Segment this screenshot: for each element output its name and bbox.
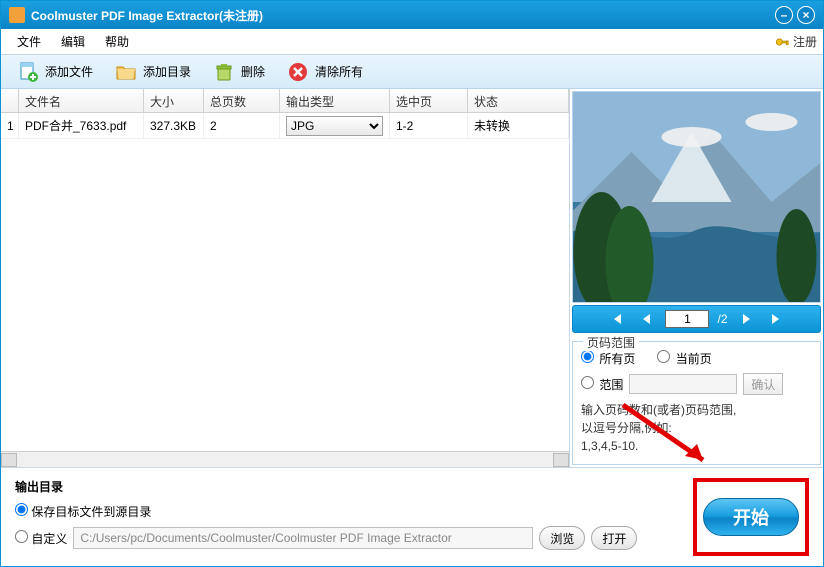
col-size[interactable]: 大小	[144, 89, 204, 112]
page-total: /2	[717, 312, 727, 326]
first-page-button[interactable]	[605, 309, 627, 329]
add-file-button[interactable]: 添加文件	[7, 57, 103, 87]
delete-label: 删除	[241, 63, 265, 80]
col-type[interactable]: 输出类型	[280, 89, 390, 112]
menu-help[interactable]: 帮助	[95, 29, 139, 54]
range-input[interactable]	[629, 374, 737, 394]
cell-pages: 2	[204, 113, 280, 138]
current-page-radio[interactable]: 当前页	[657, 350, 711, 367]
cell-type: JPG	[280, 113, 390, 138]
preview-panel: /2 页码范围 所有页 当前页 范围 确认 输入页码数和(或者)页码范围, 以逗	[569, 89, 823, 467]
last-page-button[interactable]	[766, 309, 788, 329]
cell-name: PDF合并_7633.pdf	[19, 113, 144, 138]
open-button[interactable]: 打开	[591, 526, 637, 550]
col-pages[interactable]: 总页数	[204, 89, 280, 112]
custom-path-radio[interactable]: 自定义	[15, 530, 67, 547]
delete-button[interactable]: 删除	[203, 57, 275, 87]
output-bar: 输出目录 保存目标文件到源目录 自定义 浏览 打开 开始	[1, 468, 823, 566]
app-icon	[9, 7, 25, 23]
start-button[interactable]: 开始	[703, 498, 799, 536]
col-status[interactable]: 状态	[468, 89, 569, 112]
clear-all-label: 清除所有	[315, 63, 363, 80]
cell-index: 1	[1, 113, 19, 138]
key-icon	[775, 35, 789, 49]
start-highlight: 开始	[693, 478, 809, 556]
table-header: 文件名 大小 总页数 输出类型 选中页 状态	[1, 89, 569, 113]
trash-icon	[213, 61, 235, 83]
confirm-range-button[interactable]: 确认	[743, 373, 783, 395]
table-row[interactable]: 1 PDF合并_7633.pdf 327.3KB 2 JPG 1-2 未转换	[1, 113, 569, 139]
toolbar: 添加文件 添加目录 删除 清除所有	[1, 55, 823, 89]
page-navigator: /2	[572, 305, 821, 333]
minimize-button[interactable]: –	[775, 6, 793, 24]
add-file-label: 添加文件	[45, 63, 93, 80]
range-legend: 页码范围	[583, 334, 639, 351]
register-link[interactable]: 注册	[775, 33, 817, 50]
add-folder-button[interactable]: 添加目录	[105, 57, 201, 87]
add-folder-label: 添加目录	[143, 63, 191, 80]
output-path-input[interactable]	[73, 527, 533, 549]
col-name[interactable]: 文件名	[19, 89, 144, 112]
prev-page-button[interactable]	[635, 309, 657, 329]
menu-file[interactable]: 文件	[7, 29, 51, 54]
scroll-left-icon[interactable]	[1, 453, 17, 467]
output-title: 输出目录	[15, 478, 683, 495]
page-number-input[interactable]	[665, 310, 709, 328]
output-type-select[interactable]: JPG	[286, 116, 383, 136]
file-table: 文件名 大小 总页数 输出类型 选中页 状态 1 PDF合并_7633.pdf …	[1, 89, 569, 467]
preview-image	[572, 91, 821, 303]
cell-size: 327.3KB	[144, 113, 204, 138]
window-title: Coolmuster PDF Image Extractor(未注册)	[31, 7, 771, 24]
menubar: 文件 编辑 帮助 注册	[1, 29, 823, 55]
cell-selected: 1-2	[390, 113, 468, 138]
range-radio[interactable]: 范围	[581, 376, 623, 393]
titlebar: Coolmuster PDF Image Extractor(未注册) – ×	[1, 1, 823, 29]
cell-status: 未转换	[468, 113, 569, 138]
scroll-right-icon[interactable]	[553, 453, 569, 467]
range-hint: 输入页码数和(或者)页码范围, 以逗号分隔,例如: 1,3,4,5-10.	[581, 401, 812, 455]
clear-all-button[interactable]: 清除所有	[277, 57, 373, 87]
horizontal-scrollbar[interactable]	[1, 451, 569, 467]
page-range-group: 页码范围 所有页 当前页 范围 确认 输入页码数和(或者)页码范围, 以逗号分隔…	[572, 341, 821, 465]
save-to-source-radio[interactable]: 保存目标文件到源目录	[15, 503, 151, 520]
file-add-icon	[17, 61, 39, 83]
close-button[interactable]: ×	[797, 6, 815, 24]
next-page-button[interactable]	[736, 309, 758, 329]
folder-add-icon	[115, 61, 137, 83]
col-selected[interactable]: 选中页	[390, 89, 468, 112]
col-index	[1, 89, 19, 112]
clear-icon	[287, 61, 309, 83]
register-label: 注册	[793, 33, 817, 50]
menu-edit[interactable]: 编辑	[51, 29, 95, 54]
all-pages-radio[interactable]: 所有页	[581, 350, 635, 367]
browse-button[interactable]: 浏览	[539, 526, 585, 550]
